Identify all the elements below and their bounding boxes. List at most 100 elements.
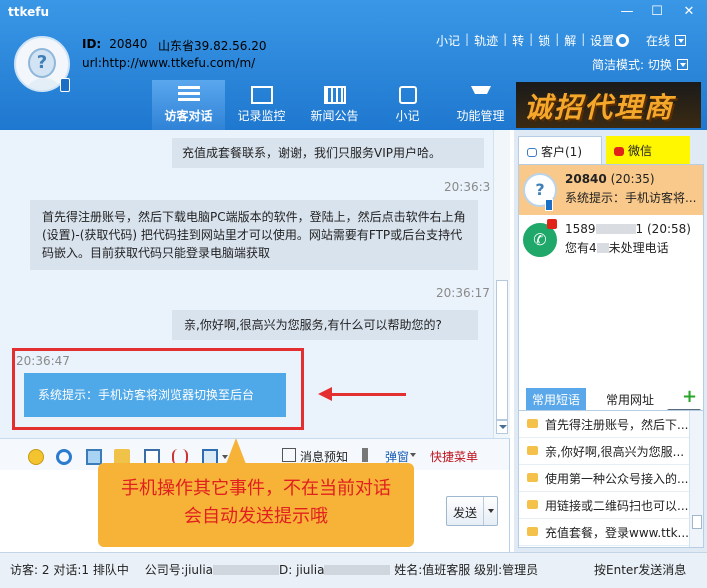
send-button[interactable]: 发送	[446, 496, 498, 526]
send-options-chevron-icon[interactable]	[483, 497, 498, 525]
chevron-down-icon[interactable]	[410, 453, 416, 457]
tab-label: 访客对话	[164, 109, 213, 123]
send-hint: 按Enter发送消息	[594, 563, 687, 577]
top-links: 小记 | 轨迹 | 转 | 锁 | 解 |	[436, 32, 586, 48]
quick-menu-button[interactable]: 快捷菜单	[430, 448, 478, 465]
online-status-dropdown[interactable]: 在线	[646, 32, 687, 49]
status-bar: 访客: 2 对话:1 排队中 公司号:jiulia D: jiulia 姓名:值班…	[0, 552, 707, 588]
list-item[interactable]: 首先得注册账号，然后下...	[519, 411, 689, 438]
question-icon: ?	[28, 48, 56, 78]
chevron-down-icon	[675, 35, 687, 46]
queue-status: 排队中	[92, 563, 129, 577]
highlight-box	[12, 348, 304, 430]
tab-common-urls[interactable]: 常用网址	[600, 388, 660, 410]
tab-label: 小记	[395, 109, 420, 123]
title-bar: ttkefu — ☐ ✕	[0, 0, 707, 26]
tab-function-manage[interactable]: 功能管理	[444, 80, 517, 130]
list-item[interactable]: 亲,你好啊,很高兴为您服...	[519, 438, 689, 465]
chat-history: 充值成套餐联系，谢谢，我们只服务VIP用户哈。 20:36:3 首先得注册账号，…	[0, 130, 510, 438]
list-icon	[177, 86, 200, 104]
browser-icon[interactable]	[56, 449, 72, 465]
mobile-device-icon	[545, 199, 553, 211]
scroll-thumb[interactable]	[692, 515, 702, 529]
message-timestamp: 20:36:3	[444, 180, 491, 194]
wechat-icon	[614, 147, 624, 156]
send-label: 发送	[453, 506, 478, 520]
scroll-down-button[interactable]	[496, 420, 508, 434]
tab-news[interactable]: 新闻公告	[298, 80, 371, 130]
agent-level: 级别:管理员	[474, 563, 539, 577]
visitor-count: 访客: 2	[10, 563, 50, 577]
user-url: url:http://www.ttkefu.com/m/	[82, 56, 256, 70]
phrase-scrollbar[interactable]	[689, 411, 703, 547]
list-item[interactable]: ? 20840 (20:35) 系统提示：手机访客将...	[519, 165, 703, 215]
function-icon	[470, 86, 491, 104]
redacted-text	[324, 565, 391, 575]
user-id-value: 20840	[109, 37, 148, 51]
minimize-button[interactable]: —	[616, 3, 638, 21]
online-label: 在线	[646, 34, 671, 48]
tab-record-monitor[interactable]: 记录监控	[225, 80, 298, 130]
emoji-icon[interactable]	[28, 449, 44, 465]
list-item[interactable]: ✆ 1589 1 (20:58) 您有4 未处理电话	[519, 215, 703, 265]
redacted-text	[213, 565, 280, 575]
tab-label: 功能管理	[456, 109, 505, 123]
tab-visitor-chat[interactable]: 访客对话	[152, 80, 225, 130]
add-icon[interactable]: +	[682, 386, 697, 407]
avatar-body	[24, 78, 64, 90]
close-button[interactable]: ✕	[678, 3, 700, 21]
message-bubble: 首先得注册账号，然后下载电脑PC端版本的软件，登陆上，然后点击软件右上角(设置)…	[30, 200, 478, 270]
gear-icon	[616, 34, 630, 47]
highlight-arrow-icon	[318, 387, 406, 401]
chat-bubble-icon	[527, 148, 537, 157]
agent-recruit-banner[interactable]: 诚招代理商	[516, 82, 701, 128]
toplink-note[interactable]: 小记	[436, 32, 460, 48]
contact-title: 1589 1 (20:58)	[565, 222, 691, 236]
tab-wechat[interactable]: 微信	[606, 136, 690, 164]
maximize-button[interactable]: ☐	[646, 3, 668, 21]
callout-line: 手机操作其它事件，不在当前对话	[121, 478, 391, 499]
toplink-track[interactable]: 轨迹	[474, 32, 498, 48]
speaker-icon[interactable]	[362, 448, 372, 462]
toplink-transfer[interactable]: 转	[512, 32, 524, 48]
contact-title: 20840 (20:35)	[565, 172, 655, 186]
nav-tabs: 访客对话 记录监控 新闻公告 小记 功能管理	[152, 80, 517, 130]
app-title: ttkefu	[8, 5, 50, 19]
message-bubble: 亲,你好啊,很高兴为您服务,有什么可以帮助您的?	[172, 310, 478, 340]
right-panel: 客户(1) 微信 ? 20840 (20:35) 系统提示：手机访客将... ✆…	[514, 130, 707, 552]
right-tabs: 客户(1) 微信	[518, 136, 704, 164]
toplink-lock[interactable]: 锁	[538, 32, 550, 48]
scroll-thumb[interactable]	[496, 280, 508, 420]
list-item[interactable]: 用链接或二维码扫也可以...	[519, 492, 689, 519]
callout-line: 会自动发送提示哦	[184, 506, 328, 527]
phrase-list: 首先得注册账号，然后下... 亲,你好啊,很高兴为您服... 使用第一种公众号接…	[518, 410, 704, 548]
user-location: 山东省39.82.56.20	[158, 39, 267, 53]
chat-scrollbar[interactable]	[493, 130, 510, 438]
note-icon	[398, 86, 417, 104]
redacted-text	[596, 243, 609, 253]
contact-preview: 您有4 未处理电话	[565, 241, 669, 255]
tab-customers[interactable]: 客户(1)	[518, 136, 602, 164]
user-id-label: ID:	[82, 37, 102, 51]
tab-label: 微信	[628, 144, 653, 158]
contact-preview: 系统提示：手机访客将...	[565, 191, 697, 205]
preview-icon	[282, 448, 296, 462]
list-item[interactable]: 使用第一种公众号接入的...	[519, 465, 689, 492]
customer-list: ? 20840 (20:35) 系统提示：手机访客将... ✆ 1589 1 (2…	[518, 164, 704, 422]
agent-id: D: jiulia	[279, 563, 325, 577]
callout-pointer	[226, 438, 246, 464]
settings-label: 设置	[590, 34, 615, 48]
list-item[interactable]: 充值套餐，登录www.ttk...	[519, 519, 689, 546]
image-icon[interactable]	[86, 449, 102, 465]
tab-common-phrases[interactable]: 常用短语	[526, 388, 587, 410]
mode-switch[interactable]: 简洁模式: 切换	[592, 56, 688, 73]
status-info: 访客: 2 对话:1 排队中 公司号:jiulia D: jiulia 姓名:值班…	[10, 561, 538, 578]
mobile-device-icon	[60, 78, 70, 92]
settings-button[interactable]: 设置	[590, 32, 630, 49]
toplink-unlock[interactable]: 解	[564, 32, 576, 48]
shortcut-tabs: 常用短语 常用网址 +	[518, 386, 704, 410]
tab-notes[interactable]: 小记	[371, 80, 444, 130]
chevron-down-icon	[676, 59, 688, 70]
mode-label: 简洁模式: 切换	[592, 58, 672, 72]
missed-call-badge	[547, 219, 557, 229]
